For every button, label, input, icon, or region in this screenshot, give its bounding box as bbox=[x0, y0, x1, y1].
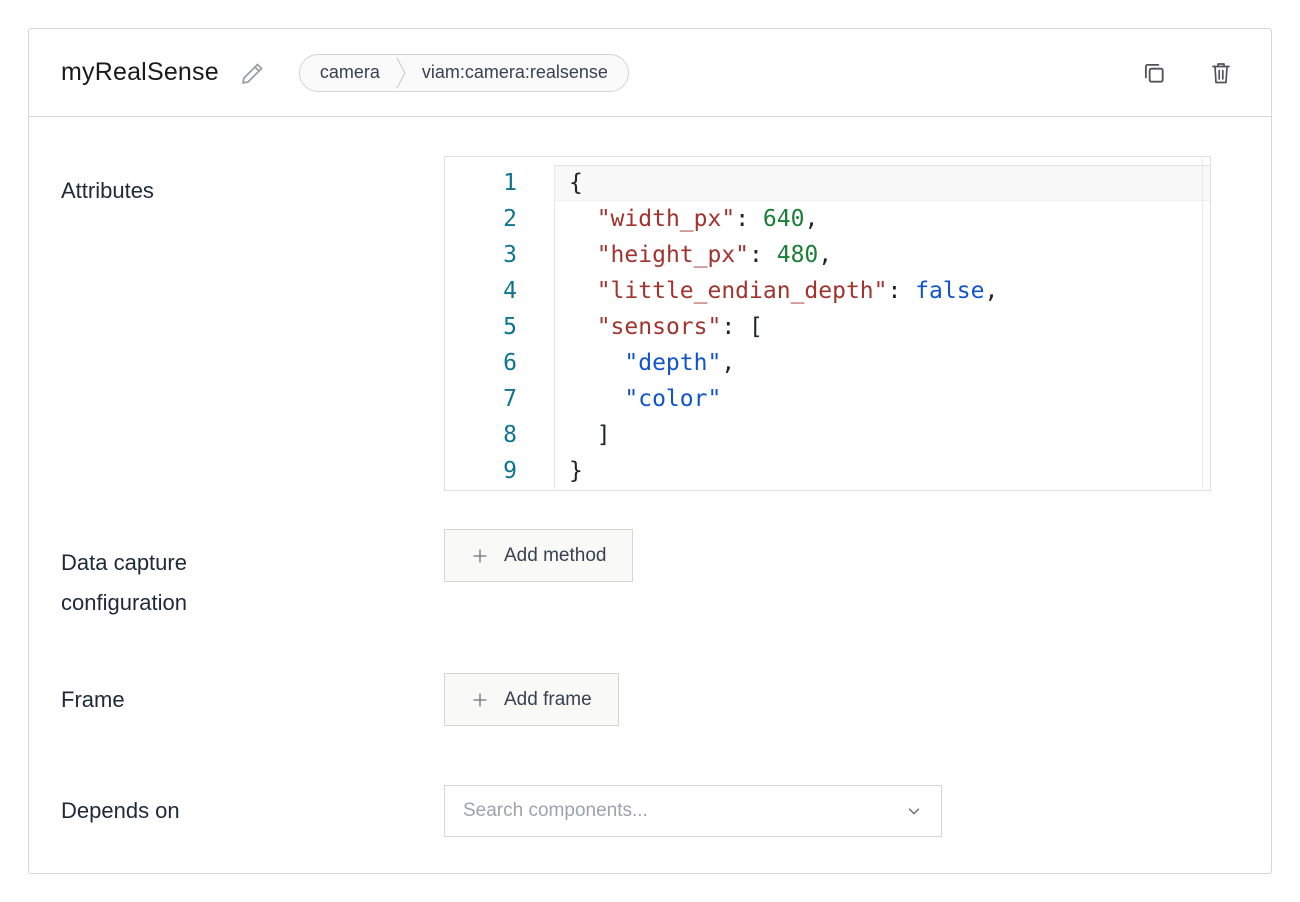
line-number: 6 bbox=[445, 345, 555, 381]
code-line[interactable]: 3 "height_px": 480, bbox=[445, 237, 1210, 273]
code-text: "depth", bbox=[555, 345, 1210, 381]
plus-icon bbox=[471, 691, 489, 709]
code-text: ] bbox=[555, 417, 1210, 453]
line-number: 2 bbox=[445, 201, 555, 237]
code-lines: 1{2 "width_px": 640,3 "height_px": 480,4… bbox=[445, 165, 1210, 489]
add-method-label: Add method bbox=[504, 545, 606, 567]
data-capture-row: Data capture configuration Add method bbox=[61, 529, 1239, 623]
plus-icon bbox=[471, 547, 489, 565]
frame-label: Frame bbox=[61, 673, 444, 726]
duplicate-button[interactable] bbox=[1135, 54, 1173, 92]
pencil-icon bbox=[241, 61, 265, 85]
component-category: camera bbox=[320, 62, 380, 83]
depends-on-select[interactable] bbox=[444, 785, 942, 837]
component-name: myRealSense bbox=[61, 58, 219, 87]
add-frame-button[interactable]: Add frame bbox=[444, 673, 619, 726]
code-line[interactable]: 7 "color" bbox=[445, 381, 1210, 417]
code-line[interactable]: 6 "depth", bbox=[445, 345, 1210, 381]
data-capture-label: Data capture configuration bbox=[61, 529, 444, 623]
code-text: "height_px": 480, bbox=[555, 237, 1210, 273]
card-header: myRealSense camera viam:camera:realsense bbox=[29, 29, 1271, 117]
line-number: 8 bbox=[445, 417, 555, 453]
line-number: 4 bbox=[445, 273, 555, 309]
delete-button[interactable] bbox=[1203, 54, 1239, 92]
editor-scrollbar[interactable] bbox=[1202, 158, 1203, 489]
code-line[interactable]: 9} bbox=[445, 453, 1210, 489]
code-text: "color" bbox=[555, 381, 1210, 417]
line-number: 5 bbox=[445, 309, 555, 345]
search-components-input[interactable] bbox=[463, 800, 905, 822]
line-number: 9 bbox=[445, 453, 555, 489]
line-number: 7 bbox=[445, 381, 555, 417]
attributes-code-editor[interactable]: 1{2 "width_px": 640,3 "height_px": 480,4… bbox=[444, 156, 1211, 491]
rename-button[interactable] bbox=[235, 55, 271, 91]
code-text: } bbox=[555, 453, 1210, 489]
code-line[interactable]: 8 ] bbox=[445, 417, 1210, 453]
depends-on-label: Depends on bbox=[61, 785, 444, 837]
component-card: myRealSense camera viam:camera:realsense bbox=[28, 28, 1272, 874]
attributes-label: Attributes bbox=[61, 156, 444, 204]
duplicate-icon bbox=[1141, 60, 1167, 86]
frame-row: Frame Add frame bbox=[61, 673, 1239, 726]
chevron-right-icon bbox=[394, 55, 408, 91]
component-type-pill: camera viam:camera:realsense bbox=[299, 54, 629, 92]
add-method-button[interactable]: Add method bbox=[444, 529, 633, 582]
component-model: viam:camera:realsense bbox=[422, 62, 608, 83]
code-text: "width_px": 640, bbox=[555, 201, 1210, 237]
code-text: { bbox=[555, 165, 1210, 201]
code-line[interactable]: 5 "sensors": [ bbox=[445, 309, 1210, 345]
code-line[interactable]: 2 "width_px": 640, bbox=[445, 201, 1210, 237]
code-text: "little_endian_depth": false, bbox=[555, 273, 1210, 309]
line-number: 1 bbox=[445, 165, 555, 201]
code-text: "sensors": [ bbox=[555, 309, 1210, 345]
attributes-row: Attributes 1{2 "width_px": 640,3 "height… bbox=[61, 156, 1239, 491]
chevron-down-icon bbox=[905, 802, 923, 820]
line-number: 3 bbox=[445, 237, 555, 273]
add-frame-label: Add frame bbox=[504, 689, 592, 711]
trash-icon bbox=[1209, 60, 1233, 86]
depends-on-row: Depends on bbox=[61, 785, 1239, 837]
code-line[interactable]: 1{ bbox=[445, 165, 1210, 201]
code-line[interactable]: 4 "little_endian_depth": false, bbox=[445, 273, 1210, 309]
